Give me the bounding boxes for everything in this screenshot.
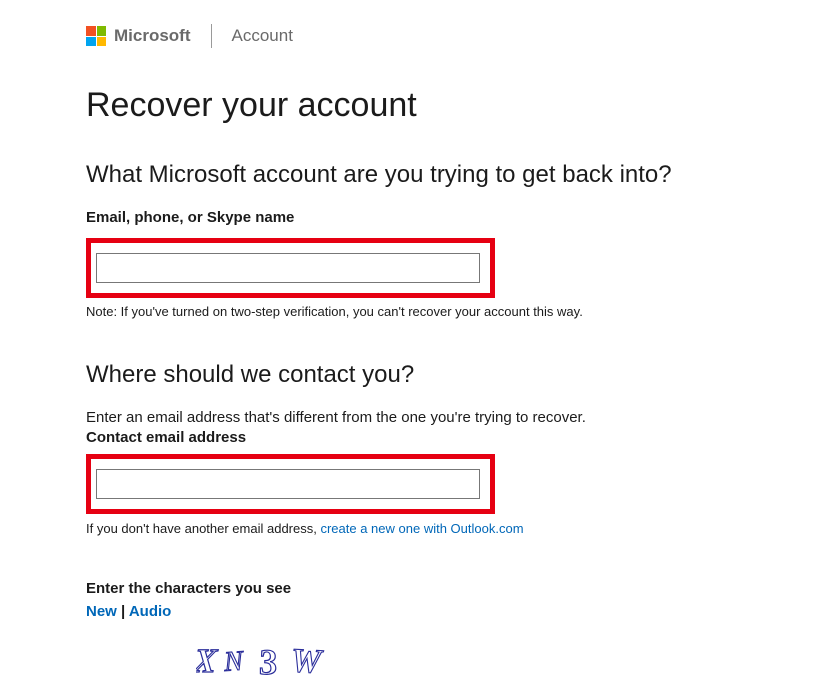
captcha-controls: New | Audio	[86, 603, 834, 620]
header-divider	[211, 24, 212, 48]
page-title: Recover your account	[86, 86, 834, 125]
svg-text:X: X	[196, 643, 220, 678]
contact-email-highlight	[86, 454, 495, 514]
account-identifier-label: Email, phone, or Skype name	[86, 209, 834, 226]
create-email-prefix: If you don't have another email address,	[86, 521, 320, 536]
captcha-separator: |	[117, 603, 129, 620]
captcha-audio-link[interactable]: Audio	[129, 603, 172, 620]
svg-text:3: 3	[255, 642, 280, 678]
account-identifier-highlight	[86, 238, 495, 298]
create-email-help: If you don't have another email address,…	[86, 520, 834, 538]
microsoft-logo-icon	[86, 26, 106, 46]
contact-instruction: Enter an email address that's different …	[86, 409, 834, 426]
captcha-image: X N 3 W	[196, 640, 834, 683]
captcha-new-link[interactable]: New	[86, 603, 117, 620]
header: Microsoft Account	[86, 24, 834, 48]
header-brand: Microsoft	[114, 26, 191, 46]
svg-text:N: N	[222, 645, 245, 677]
captcha-label: Enter the characters you see	[86, 580, 834, 597]
contact-email-input[interactable]	[96, 469, 480, 499]
svg-text:W: W	[290, 642, 325, 678]
account-identifier-input[interactable]	[96, 253, 480, 283]
account-question-heading: What Microsoft account are you trying to…	[86, 161, 834, 189]
create-outlook-link[interactable]: create a new one with Outlook.com	[320, 521, 523, 536]
contact-heading: Where should we contact you?	[86, 361, 834, 389]
two-step-note: Note: If you've turned on two-step verif…	[86, 304, 834, 319]
header-section: Account	[232, 26, 293, 46]
contact-email-label: Contact email address	[86, 429, 834, 446]
